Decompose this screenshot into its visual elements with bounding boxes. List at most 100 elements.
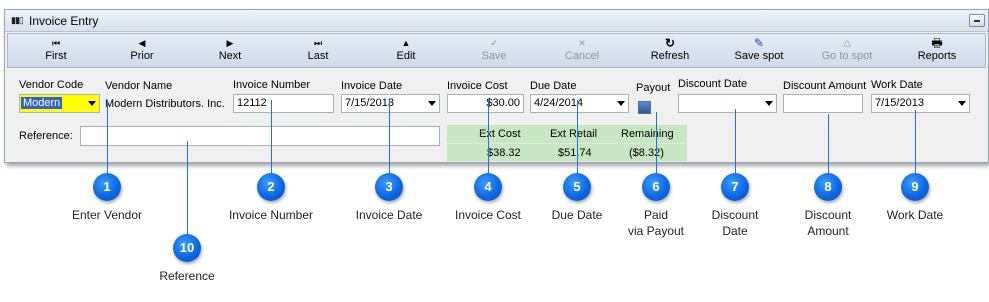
vendor-name-label: Vendor Name (105, 80, 173, 92)
prior-button[interactable]: ◀ Prior (112, 36, 172, 66)
callout-caption-9: Work Date (886, 208, 944, 222)
callout-badge-6: 6 (642, 173, 670, 201)
callout-badge-1: 1 (93, 173, 121, 201)
payout-checkbox[interactable] (638, 101, 651, 114)
callout-badge-5: 5 (563, 173, 591, 201)
discount-date-picker[interactable] (678, 94, 777, 113)
remaining-label: Remaining (621, 128, 674, 140)
vendor-name-value: Modern Distributors. Inc. (105, 98, 225, 110)
callout-badge-3: 3 (375, 173, 403, 201)
vendor-code-label: Vendor Code (19, 79, 84, 91)
dropdown-arrow-icon (88, 101, 96, 106)
refresh-icon: ↻ (664, 36, 676, 50)
ext-cost-label: Ext Cost (479, 128, 521, 140)
payout-label: Payout (636, 82, 671, 94)
work-date-picker[interactable]: 7/15/2013 (871, 94, 970, 113)
last-button-label: Last (307, 50, 329, 62)
invoice-date-value: 7/15/2013 (345, 97, 394, 109)
reference-input[interactable] (80, 126, 440, 146)
reports-button-label: Reports (917, 50, 957, 62)
printer-icon: 🖶 (931, 36, 943, 50)
bookmark-icon: ✎ (753, 36, 765, 50)
discount-amount-label: Discount Amount (783, 80, 867, 92)
minimize-icon (974, 20, 980, 22)
callout-badge-7: 7 (721, 173, 749, 201)
callout-caption-6: Paid via Payout (611, 207, 701, 239)
go-to-spot-button[interactable]: ⌂ Go to spot (812, 36, 882, 66)
callout-line-5 (577, 100, 578, 175)
callout-caption-2: Invoice Number (228, 208, 314, 222)
go-to-spot-button-label: Go to spot (821, 50, 873, 62)
ext-retail-label: Ext Retail (550, 128, 598, 140)
callout-line-9 (915, 110, 916, 175)
due-date-picker[interactable]: 4/24/2014 (530, 94, 629, 113)
vendor-code-combo[interactable]: Modern (19, 94, 100, 113)
dropdown-arrow-icon (958, 101, 966, 106)
first-button-label: First (45, 50, 67, 62)
edit-button-label: Edit (396, 50, 416, 62)
callout-line-8 (828, 114, 829, 175)
last-button[interactable]: ⏭ Last (288, 36, 348, 66)
save-spot-button[interactable]: ✎ Save spot (724, 36, 794, 66)
summary-panel: Ext Cost Ext Retail Remaining $38.32 $51… (447, 125, 687, 161)
save-button[interactable]: ✓ Save (464, 36, 524, 66)
callout-caption-10: Reference (159, 269, 215, 283)
work-date-label: Work Date (871, 79, 923, 91)
invoice-entry-window: ▮▮▯ Invoice Entry ⏮ First ◀ Prior ▶ Next… (4, 9, 989, 163)
invoice-number-input[interactable]: 12112 (233, 94, 334, 113)
remaining-value: ($8.32) (629, 147, 664, 159)
title-bar: ▮▮▯ Invoice Entry (5, 10, 988, 32)
save-check-icon: ✓ (490, 38, 498, 48)
callout-badge-2: 2 (257, 173, 285, 201)
cancel-button[interactable]: ✕ Cancel (552, 36, 612, 66)
edit-icon: ▲ (401, 38, 411, 48)
work-date-value: 7/15/2013 (875, 97, 924, 109)
callout-caption-6-line2: via Payout (627, 224, 685, 238)
discount-amount-input[interactable] (783, 94, 863, 113)
go-to-spot-icon: ⌂ (843, 36, 851, 50)
callout-line-4 (488, 100, 489, 175)
next-button-label: Next (218, 50, 242, 62)
invoice-form: Vendor Code Modern Vendor Name Modern Di… (7, 70, 986, 161)
dropdown-arrow-icon (617, 101, 625, 106)
callout-line-10 (187, 141, 188, 236)
due-date-value: 4/24/2014 (534, 97, 583, 109)
prior-button-label: Prior (130, 50, 154, 62)
invoice-cost-label: Invoice Cost (447, 80, 508, 92)
callout-caption-1: Enter Vendor (71, 208, 143, 222)
callout-line-7 (735, 109, 736, 175)
callout-badge-9: 9 (901, 173, 929, 201)
callout-badge-8: 8 (814, 173, 842, 201)
discount-date-label: Discount Date (678, 78, 748, 90)
invoice-date-label: Invoice Date (341, 80, 403, 92)
callout-caption-8: Discount Amount (783, 207, 873, 239)
callout-badge-10: 10 (173, 234, 201, 262)
window-title: Invoice Entry (29, 14, 99, 28)
callout-line-1 (107, 100, 108, 175)
callout-line-6 (656, 112, 657, 175)
app-icon: ▮▮▯ (11, 15, 24, 25)
callout-caption-6-line1: Paid (643, 208, 669, 222)
callout-line-2 (271, 100, 272, 175)
toolbar: ⏮ First ◀ Prior ▶ Next ⏭ Last ▲ Edit ✓ S… (7, 33, 986, 68)
next-record-icon: ▶ (226, 38, 234, 48)
refresh-button[interactable]: ↻ Refresh (640, 36, 700, 66)
invoice-cost-input[interactable]: $30.00 (447, 94, 524, 113)
next-button[interactable]: ▶ Next (200, 36, 260, 66)
edit-button[interactable]: ▲ Edit (376, 36, 436, 66)
callout-caption-7-line1: Discount (711, 208, 759, 222)
reports-button[interactable]: 🖶 Reports (902, 36, 972, 66)
invoice-number-label: Invoice Number (233, 79, 311, 91)
cancel-icon: ✕ (578, 38, 586, 48)
prior-record-icon: ◀ (138, 38, 146, 48)
due-date-label: Due Date (530, 80, 577, 92)
save-spot-button-label: Save spot (734, 50, 784, 62)
refresh-button-label: Refresh (650, 50, 690, 62)
minimize-button[interactable] (969, 14, 985, 27)
callout-badge-4: 4 (474, 173, 502, 201)
invoice-date-picker[interactable]: 7/15/2013 (341, 94, 440, 113)
first-button[interactable]: ⏮ First (26, 36, 86, 66)
summary-divider (447, 143, 687, 144)
last-record-icon: ⏭ (313, 38, 323, 48)
first-record-icon: ⏮ (51, 38, 61, 48)
